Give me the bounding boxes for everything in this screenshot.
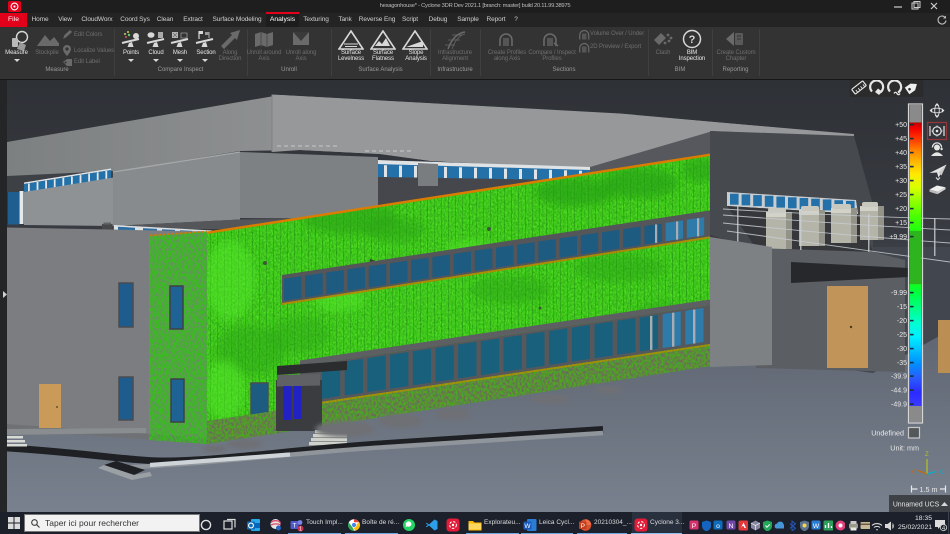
svg-text:Z: Z: [925, 452, 929, 458]
svg-text:1.5 m: 1.5 m: [920, 485, 938, 494]
svg-text:-25: -25: [897, 332, 907, 339]
svg-text:1: 1: [299, 527, 302, 532]
svg-text:+45: +45: [895, 136, 907, 143]
svg-text:W: W: [813, 523, 820, 530]
svg-text:-44.9: -44.9: [891, 387, 907, 394]
svg-text:Unit: mm: Unit: mm: [890, 444, 919, 453]
svg-text:+20: +20: [895, 206, 907, 213]
svg-text:-20: -20: [897, 318, 907, 325]
svg-text:N: N: [728, 523, 733, 530]
svg-text:+9.99: +9.99: [889, 234, 907, 241]
svg-text:?: ?: [689, 34, 696, 46]
svg-text:Unnamed UCS: Unnamed UCS: [893, 502, 940, 509]
svg-text:-39.9: -39.9: [891, 373, 907, 380]
svg-text:-35: -35: [897, 360, 907, 367]
svg-text:Y: Y: [911, 470, 915, 476]
svg-text:+25: +25: [895, 192, 907, 199]
svg-text:P: P: [692, 523, 697, 530]
svg-text:-30: -30: [897, 346, 907, 353]
svg-text:+30: +30: [895, 178, 907, 185]
svg-text:P: P: [581, 523, 585, 530]
svg-text:W: W: [524, 523, 531, 530]
svg-text:-49.9: -49.9: [891, 401, 907, 408]
svg-text:+35: +35: [895, 164, 907, 171]
svg-text:+50: +50: [895, 122, 907, 129]
svg-text:-15: -15: [897, 304, 907, 311]
svg-text:X: X: [939, 470, 943, 476]
svg-text:Undefined: Undefined: [871, 429, 904, 438]
svg-text:-9.99: -9.99: [891, 290, 907, 297]
svg-text:o: o: [717, 523, 721, 530]
svg-text:T: T: [293, 523, 297, 530]
svg-text:+15: +15: [895, 220, 907, 227]
svg-text:+40: +40: [895, 150, 907, 157]
